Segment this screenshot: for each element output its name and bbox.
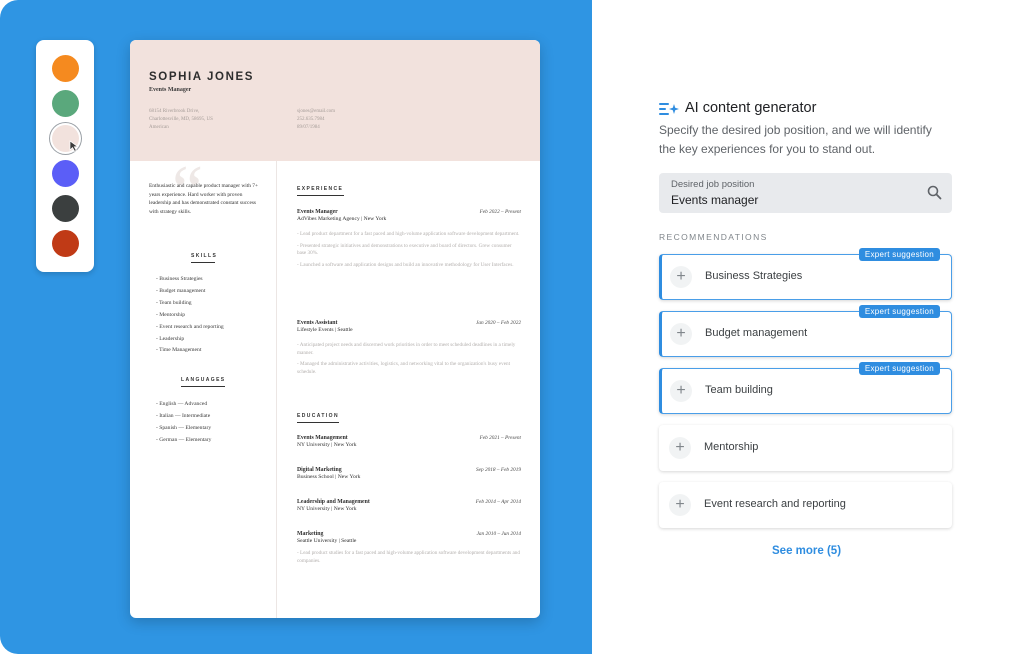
experience-entry: Events Assistant Jan 2020 – Feb 2022 Lif…	[297, 320, 521, 375]
recommendation-label: Team building	[705, 384, 773, 396]
recommendation-card[interactable]: + Mentorship	[659, 425, 952, 471]
education-entry: Events Management Feb 2021 – Present NY …	[297, 435, 521, 448]
recommendation-card[interactable]: + Team building Expert suggestion	[659, 362, 952, 414]
ai-generator-title: AI content generator	[685, 100, 817, 116]
color-swatch-dark-gray[interactable]	[52, 195, 79, 222]
list-item: - Mentorship	[156, 311, 186, 318]
plus-icon[interactable]: +	[670, 266, 692, 288]
recommendation-card[interactable]: + Business Strategies Expert suggestion	[659, 248, 952, 300]
expert-suggestion-badge: Expert suggestion	[858, 248, 940, 261]
expert-suggestion-badge: Expert suggestion	[858, 305, 940, 318]
color-swatch-green[interactable]	[52, 90, 79, 117]
color-swatch-orange[interactable]	[52, 55, 79, 82]
list-item: - Event research and reporting	[156, 323, 224, 330]
recommendation-label: Business Strategies	[705, 270, 803, 282]
plus-icon[interactable]: +	[670, 380, 692, 402]
list-item: - Spanish — Elementary	[156, 424, 212, 431]
education-underline	[297, 422, 339, 423]
recommendation-label: Event research and reporting	[704, 498, 846, 510]
experience-heading: EXPERIENCE	[297, 186, 344, 192]
plus-icon[interactable]: +	[670, 323, 692, 345]
resume-job-title: Events Manager	[149, 87, 192, 93]
plus-icon[interactable]: +	[669, 494, 691, 516]
ai-sparkle-icon	[659, 103, 679, 115]
resume-address: 68154 Riverbrook Drive, Charlottesville,…	[149, 109, 213, 131]
job-position-search-field[interactable]: Desired job position Events manager	[659, 173, 952, 213]
list-item: - German — Elementary	[156, 436, 212, 443]
search-icon[interactable]	[927, 185, 942, 200]
search-field-label: Desired job position	[671, 179, 755, 190]
color-swatch-blue[interactable]	[52, 160, 79, 187]
education-entry: Marketing Jan 2010 – Jun 2014 Seattle Un…	[297, 531, 521, 564]
skills-underline	[191, 262, 215, 263]
list-item: - Italian — Intermediate	[156, 412, 211, 419]
ai-generator-description: Specify the desired job position, and we…	[659, 123, 932, 156]
recommendation-label: Mentorship	[704, 441, 759, 453]
list-item: - Time Management	[156, 347, 202, 354]
recommendation-label: Budget management	[705, 327, 808, 339]
education-entry: Leadership and Management Feb 2014 – Apr…	[297, 499, 521, 512]
recommendation-card[interactable]: + Event research and reporting	[659, 482, 952, 528]
recommendations-heading: RECOMMENDATIONS	[659, 232, 768, 242]
see-more-link[interactable]: See more (5)	[772, 545, 841, 557]
expert-suggestion-badge: Expert suggestion	[858, 362, 940, 375]
list-item: - Team building	[156, 299, 192, 306]
education-entry: Digital Marketing Sep 2018 – Feb 2019 Bu…	[297, 467, 521, 480]
list-item: - English — Advanced	[156, 401, 208, 407]
resume-summary: Enthusiastic and capable product manager…	[149, 183, 259, 215]
color-swatch-red[interactable]	[52, 230, 79, 257]
languages-underline	[181, 386, 225, 387]
list-item: - Leadership	[156, 335, 185, 342]
plus-icon[interactable]: +	[669, 437, 691, 459]
list-item: - Business Strategies	[156, 276, 203, 282]
search-field-value[interactable]: Events manager	[671, 193, 758, 207]
experience-entry: Events Manager Feb 2022 – Present AdVibe…	[297, 209, 521, 268]
education-heading: EDUCATION	[297, 413, 339, 419]
skills-list: - Business Strategies - Budget managemen…	[156, 274, 224, 357]
resume-contact: sjones@email.com 252.635.7984 89/07/1984	[297, 109, 336, 131]
mouse-pointer-icon	[69, 140, 79, 152]
color-swatch-pink-selected[interactable]	[52, 125, 79, 152]
experience-underline	[297, 195, 344, 196]
resume-preview: SOPHIA JONES Events Manager 68154 Riverb…	[130, 40, 540, 618]
color-palette	[36, 40, 94, 272]
languages-heading: LANGUAGES	[181, 377, 226, 383]
languages-list: - English — Advanced - Italian — Interme…	[156, 399, 211, 447]
list-item: - Budget management	[156, 287, 206, 294]
resume-name: SOPHIA JONES	[149, 71, 255, 83]
resume-header	[130, 40, 540, 161]
recommendation-card[interactable]: + Budget management Expert suggestion	[659, 305, 952, 357]
column-divider	[276, 161, 277, 618]
skills-heading: SKILLS	[191, 253, 218, 259]
